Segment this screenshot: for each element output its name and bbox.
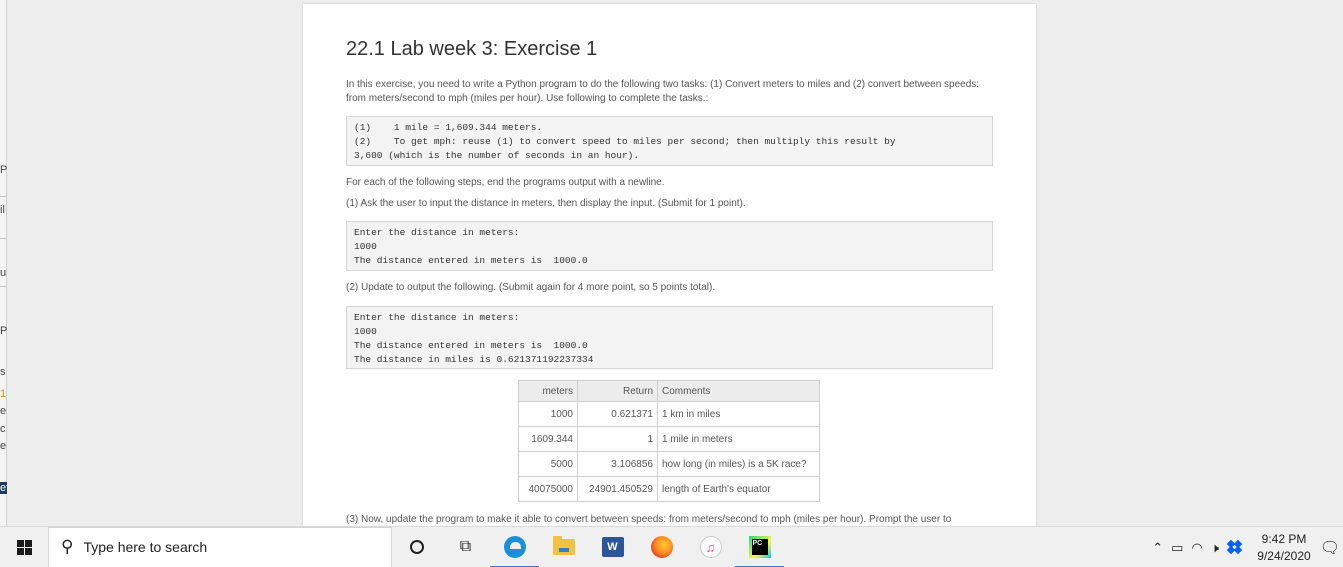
battery-icon[interactable]: ▭ — [1171, 540, 1183, 556]
background-window-edge: P il u P s 1 e c e et — [0, 0, 7, 526]
chevron-up-icon[interactable]: ⌃ — [1152, 540, 1163, 556]
left-fragment: et — [0, 482, 7, 494]
edge-icon — [503, 536, 526, 558]
table-row: 40075000 24901.450529 length of Earth's … — [518, 476, 820, 502]
search-icon: ⚲ — [61, 537, 74, 556]
itunes-icon: ♫ — [699, 536, 722, 558]
notification-icon[interactable]: 🗨 — [1317, 538, 1343, 558]
wifi-icon[interactable]: ◠ — [1191, 540, 1202, 556]
page-title: 22.1 Lab week 3: Exercise 1 — [346, 38, 598, 60]
cortana-button[interactable] — [392, 527, 441, 567]
clock-date: 9/24/2020 — [1257, 548, 1311, 563]
table-cell: how long (in miles) is a 5K race? — [657, 451, 820, 477]
step3-text: (3) Now, update the program to make it a… — [346, 514, 952, 525]
table-row: 1000 0.621371 1 km in miles — [518, 401, 820, 427]
left-fragment: P — [0, 164, 7, 176]
file-explorer-icon — [552, 536, 575, 555]
left-fragment: e — [0, 440, 7, 452]
edge-taskbar-button[interactable] — [490, 527, 539, 567]
table-cell: 5000 — [518, 451, 578, 477]
system-tray: ⌃ ▭ ◠ 🕨 9:42 PM 9/24/2020 🗨 — [1148, 527, 1343, 567]
left-fragment: 1 — [0, 388, 7, 400]
table-cell: 24901.450529 — [577, 476, 658, 502]
left-fragment: c — [0, 423, 6, 435]
lab-card: 22.1 Lab week 3: Exercise 1 In this exer… — [303, 4, 1036, 526]
volume-mute-icon[interactable]: 🕨 — [1211, 540, 1219, 556]
formula-box: (1) 1 mile = 1,609.344 meters. (2) To ge… — [346, 116, 993, 166]
table-row: 5000 3.106856 how long (in miles) is a 5… — [518, 451, 820, 477]
table-cell: length of Earth's equator — [657, 476, 820, 502]
table-cell: 1 mile in meters — [657, 426, 820, 452]
table-header: Comments — [657, 380, 820, 402]
step2-output-box: Enter the distance in meters: 1000 The d… — [346, 306, 993, 369]
windows-icon — [16, 539, 32, 555]
step1-text: (1) Ask the user to input the distance i… — [346, 198, 746, 209]
pycharm-button[interactable]: PC — [735, 527, 784, 567]
left-fragment: P — [0, 325, 7, 337]
task-view-button[interactable]: ⧉ — [441, 527, 490, 567]
word-button[interactable]: W — [588, 527, 637, 567]
left-fragment: e — [0, 405, 7, 417]
table-header: meters — [518, 380, 578, 402]
start-button[interactable] — [0, 527, 48, 567]
table-cell: 3.106856 — [577, 451, 658, 477]
table-cell: 40075000 — [518, 476, 578, 502]
search-placeholder: Type here to search — [83, 539, 208, 555]
table-header: Return — [577, 380, 658, 402]
task-view-icon: ⧉ — [459, 538, 472, 555]
taskbar-search-box[interactable]: ⚲ Type here to search — [48, 526, 392, 567]
step1-output-box: Enter the distance in meters: 1000 The d… — [346, 221, 993, 271]
clock-time: 9:42 PM — [1261, 531, 1307, 546]
itunes-button[interactable]: ♫ — [686, 527, 735, 567]
firefox-icon — [650, 536, 673, 558]
table-cell: 1609.344 — [518, 426, 578, 452]
left-fragment: u — [0, 267, 7, 279]
table-cell: 0.621371 — [577, 401, 658, 427]
table-cell: 1000 — [518, 401, 578, 427]
table-header-row: meters Return Comments — [518, 380, 820, 402]
left-fragment: il — [0, 204, 5, 216]
taskbar: ⚲ Type here to search ⧉ W ♫ PC ⌃ ▭ ◠ 🕨 9… — [0, 526, 1343, 567]
clock[interactable]: 9:42 PM 9/24/2020 — [1251, 531, 1317, 565]
word-icon: W — [601, 537, 624, 557]
cortana-icon — [409, 540, 424, 554]
conversion-table: meters Return Comments 1000 0.621371 1 k… — [518, 380, 820, 502]
intro-paragraph: In this exercise, you need to write a Py… — [346, 79, 980, 104]
steps-note: For each of the following steps, end the… — [346, 177, 665, 188]
left-fragment: s — [0, 366, 6, 378]
file-explorer-button[interactable] — [539, 527, 588, 567]
step2-text: (2) Update to output the following. (Sub… — [346, 282, 716, 293]
firefox-button[interactable] — [637, 527, 686, 567]
table-cell: 1 — [577, 426, 658, 452]
browser-viewport[interactable]: 22.1 Lab week 3: Exercise 1 In this exer… — [7, 0, 1343, 526]
table-row: 1609.344 1 1 mile in meters — [518, 426, 820, 452]
pycharm-icon: PC — [748, 536, 771, 558]
dropbox-icon[interactable] — [1226, 539, 1243, 555]
table-cell: 1 km in miles — [657, 401, 820, 427]
